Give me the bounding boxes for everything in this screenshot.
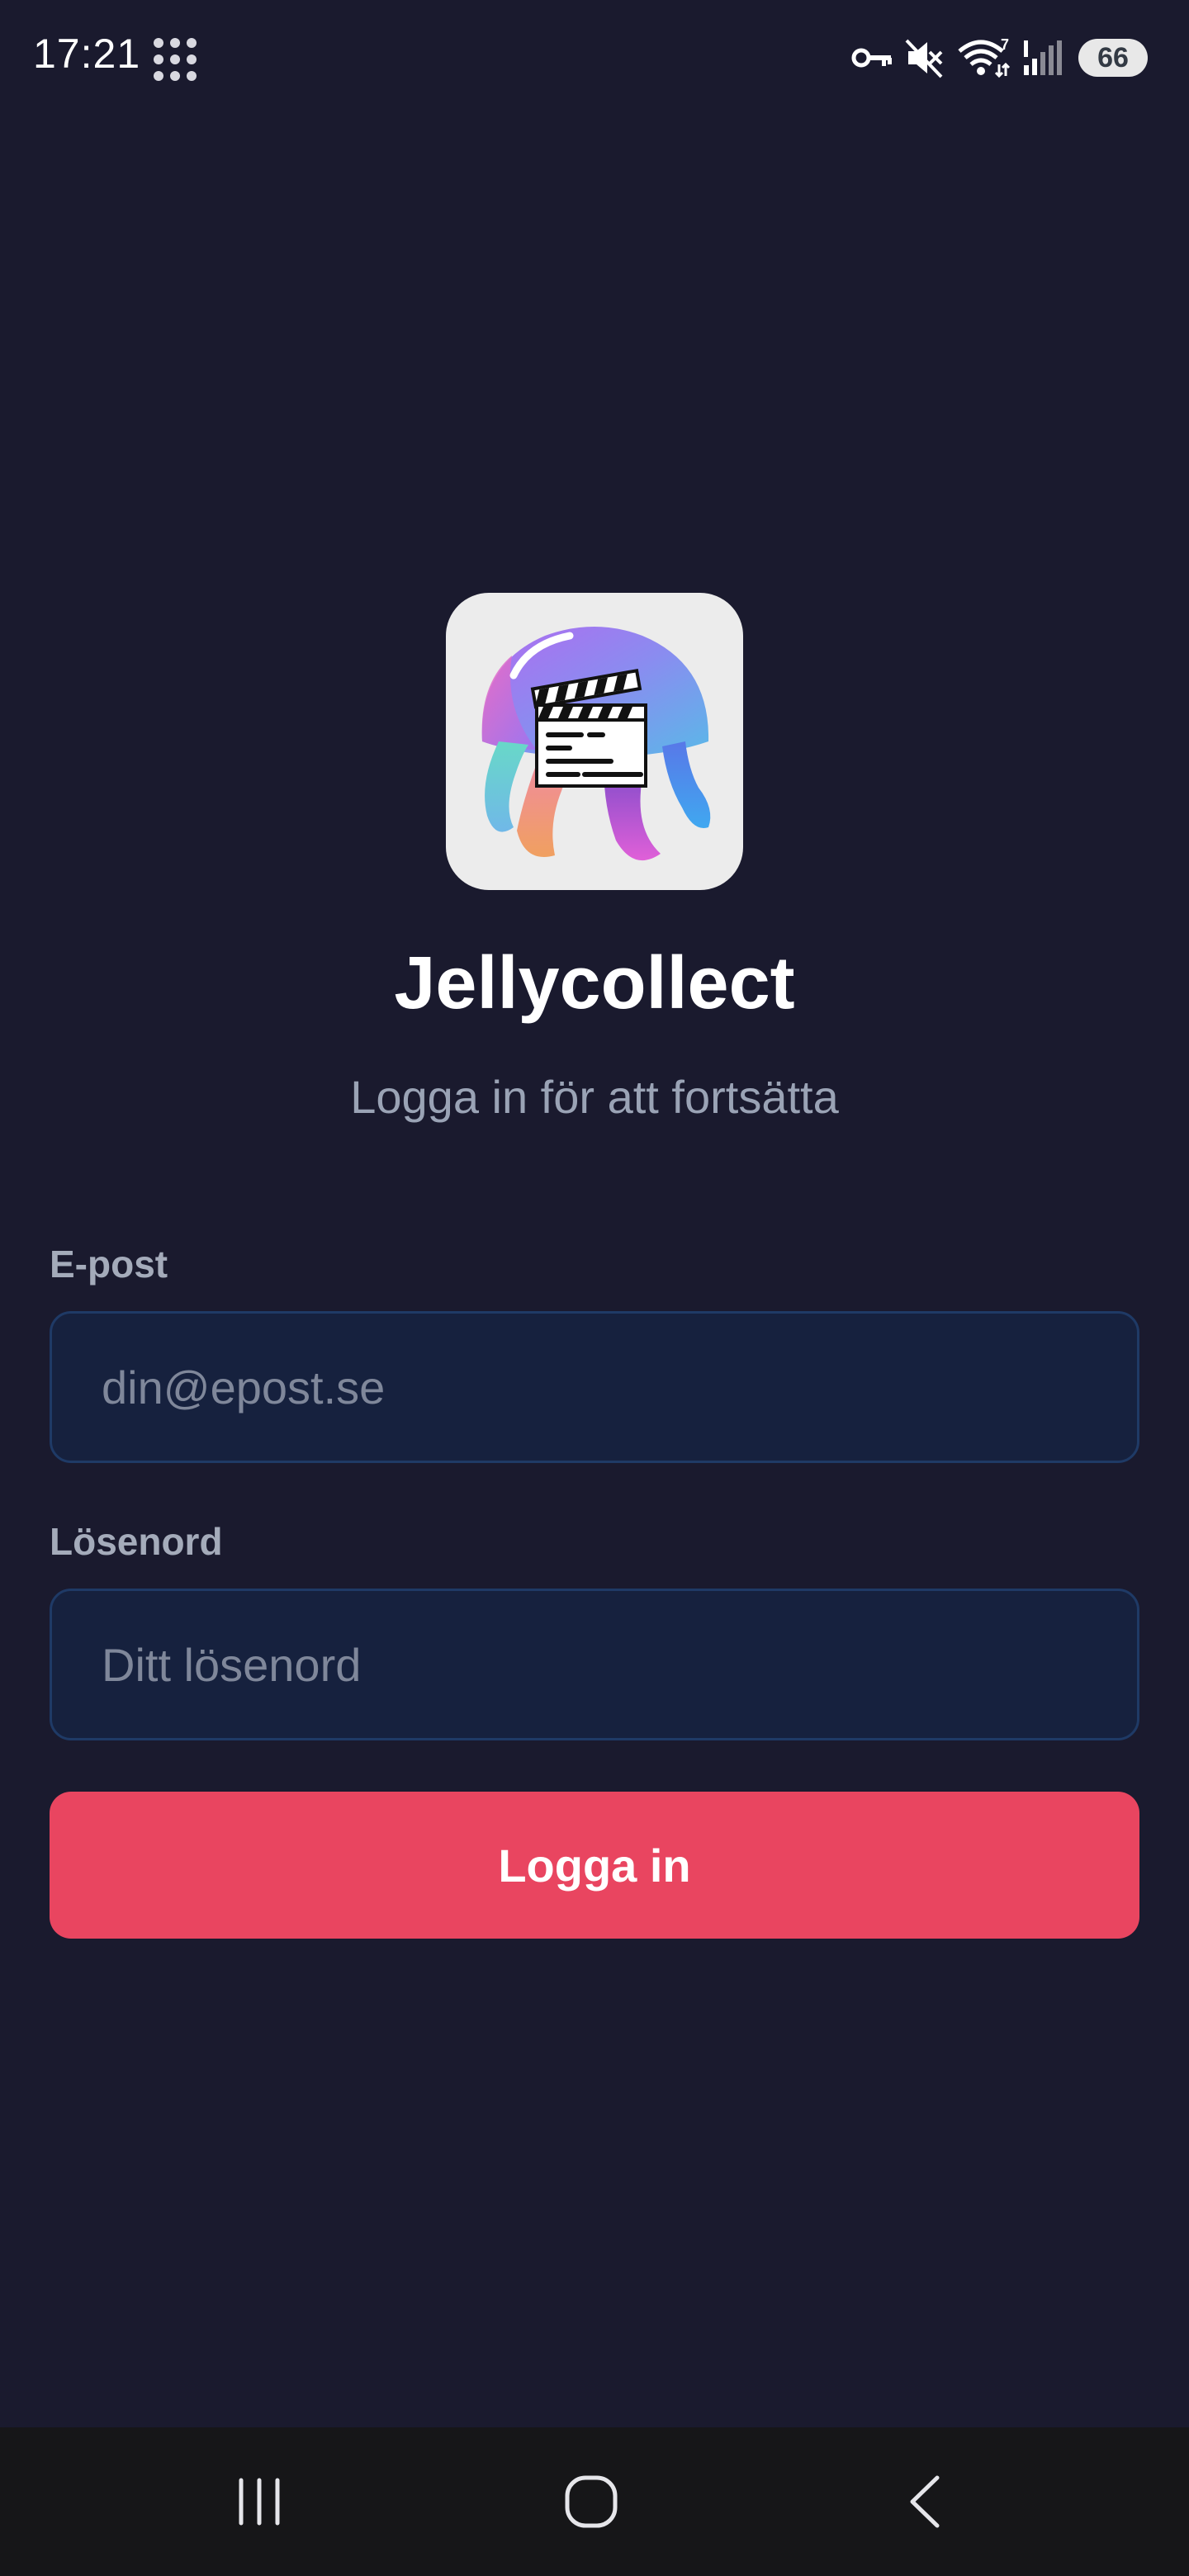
status-bar: 17:21 7 66 bbox=[0, 0, 1189, 116]
recents-button[interactable] bbox=[177, 2427, 342, 2576]
status-time: 17:21 bbox=[33, 31, 141, 77]
jellyfish-clapperboard-logo bbox=[481, 627, 711, 861]
vpn-key-icon bbox=[851, 48, 892, 68]
back-button[interactable] bbox=[842, 2427, 1007, 2576]
password-field[interactable] bbox=[50, 1589, 1139, 1740]
svg-text:7: 7 bbox=[1001, 36, 1009, 53]
home-icon bbox=[565, 2475, 618, 2528]
app-title: Jellycollect bbox=[394, 942, 795, 1025]
mute-icon bbox=[905, 39, 943, 78]
app-grid-icon bbox=[154, 38, 197, 81]
email-label: E-post bbox=[50, 1243, 168, 1286]
signal-icon bbox=[1024, 40, 1062, 75]
email-field[interactable] bbox=[50, 1311, 1139, 1463]
battery-icon: 66 bbox=[1078, 39, 1148, 77]
battery-level: 66 bbox=[1097, 41, 1129, 73]
password-label: Lösenord bbox=[50, 1520, 223, 1563]
back-icon bbox=[910, 2475, 940, 2528]
wifi-icon: 7 bbox=[958, 36, 1011, 78]
login-button[interactable]: Logga in bbox=[50, 1792, 1139, 1939]
status-icons: 7 66 bbox=[850, 33, 1148, 83]
home-button[interactable] bbox=[509, 2427, 674, 2576]
app-subtitle: Logga in för att fortsätta bbox=[350, 1071, 839, 1123]
recents-icon bbox=[239, 2478, 280, 2526]
app-logo bbox=[446, 593, 743, 890]
navigation-bar bbox=[0, 2427, 1189, 2576]
